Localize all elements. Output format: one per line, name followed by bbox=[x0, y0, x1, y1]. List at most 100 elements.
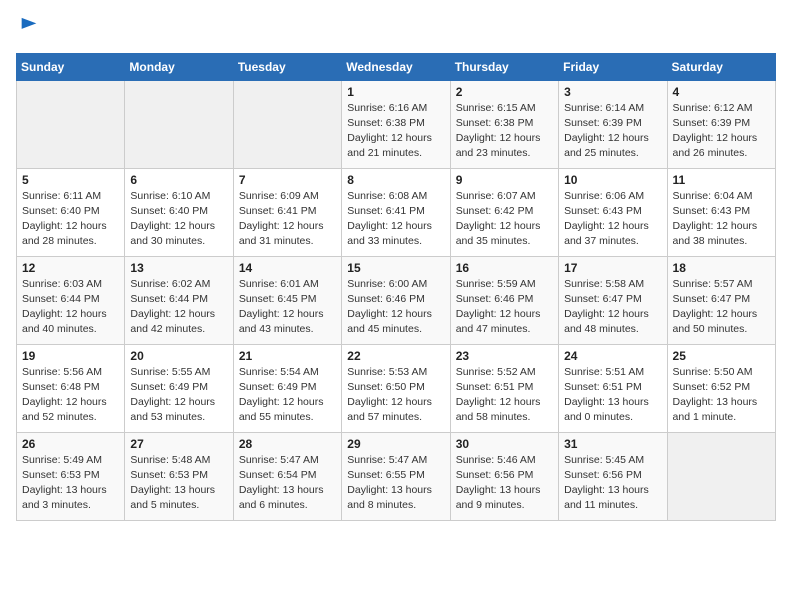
day-number: 1 bbox=[347, 85, 444, 99]
logo-flag-icon bbox=[18, 16, 40, 38]
day-info: Sunrise: 5:55 AM Sunset: 6:49 PM Dayligh… bbox=[130, 365, 227, 426]
calendar-cell bbox=[17, 80, 125, 168]
weekday-header: Wednesday bbox=[342, 53, 450, 80]
day-number: 12 bbox=[22, 261, 119, 275]
calendar-week-row: 1Sunrise: 6:16 AM Sunset: 6:38 PM Daylig… bbox=[17, 80, 776, 168]
day-info: Sunrise: 6:10 AM Sunset: 6:40 PM Dayligh… bbox=[130, 189, 227, 250]
calendar-week-row: 5 Sunrise: 6:11 AM Sunset: 6:40 PM Daylig… bbox=[17, 168, 776, 256]
day-number: 11 bbox=[673, 173, 770, 187]
day-number: 24 bbox=[564, 349, 661, 363]
calendar-cell bbox=[233, 80, 341, 168]
day-info: Sunrise: 6:08 AM Sunset: 6:41 PM Dayligh… bbox=[347, 189, 444, 250]
calendar-cell: 12 Sunrise: 6:03 AM Sunset: 6:44 PM Dayli… bbox=[17, 256, 125, 344]
day-number: 5 bbox=[22, 173, 119, 187]
calendar-cell: 30 Sunrise: 5:46 AM Sunset: 6:56 PM Dayli… bbox=[450, 432, 558, 520]
day-info: Sunrise: 5:53 AM Sunset: 6:50 PM Dayligh… bbox=[347, 365, 444, 426]
day-number: 27 bbox=[130, 437, 227, 451]
calendar-cell: 21 Sunrise: 5:54 AM Sunset: 6:49 PM Dayli… bbox=[233, 344, 341, 432]
calendar-cell: 22 Sunrise: 5:53 AM Sunset: 6:50 PM Dayli… bbox=[342, 344, 450, 432]
day-number: 14 bbox=[239, 261, 336, 275]
day-info: Sunrise: 5:54 AM Sunset: 6:49 PM Dayligh… bbox=[239, 365, 336, 426]
calendar-cell: 8 Sunrise: 6:08 AM Sunset: 6:41 PM Daylig… bbox=[342, 168, 450, 256]
day-info: Sunrise: 6:15 AM Sunset: 6:38 PM Dayligh… bbox=[456, 101, 553, 162]
day-number: 10 bbox=[564, 173, 661, 187]
day-number: 19 bbox=[22, 349, 119, 363]
day-number: 26 bbox=[22, 437, 119, 451]
day-info: Sunrise: 6:04 AM Sunset: 6:43 PM Dayligh… bbox=[673, 189, 770, 250]
day-info: Sunrise: 6:06 AM Sunset: 6:43 PM Dayligh… bbox=[564, 189, 661, 250]
day-info: Sunrise: 5:59 AM Sunset: 6:46 PM Dayligh… bbox=[456, 277, 553, 338]
day-info: Sunrise: 6:11 AM Sunset: 6:40 PM Dayligh… bbox=[22, 189, 119, 250]
calendar-cell: 13 Sunrise: 6:02 AM Sunset: 6:44 PM Dayli… bbox=[125, 256, 233, 344]
weekday-header: Monday bbox=[125, 53, 233, 80]
calendar-cell: 19 Sunrise: 5:56 AM Sunset: 6:48 PM Dayli… bbox=[17, 344, 125, 432]
day-info: Sunrise: 6:14 AM Sunset: 6:39 PM Dayligh… bbox=[564, 101, 661, 162]
calendar-cell: 18Sunrise: 5:57 AM Sunset: 6:47 PM Dayli… bbox=[667, 256, 775, 344]
calendar-cell: 11 Sunrise: 6:04 AM Sunset: 6:43 PM Dayli… bbox=[667, 168, 775, 256]
calendar-cell: 17 Sunrise: 5:58 AM Sunset: 6:47 PM Dayli… bbox=[559, 256, 667, 344]
day-number: 8 bbox=[347, 173, 444, 187]
calendar-cell: 5 Sunrise: 6:11 AM Sunset: 6:40 PM Daylig… bbox=[17, 168, 125, 256]
calendar-week-row: 19 Sunrise: 5:56 AM Sunset: 6:48 PM Dayli… bbox=[17, 344, 776, 432]
calendar-cell: 23 Sunrise: 5:52 AM Sunset: 6:51 PM Dayli… bbox=[450, 344, 558, 432]
day-number: 30 bbox=[456, 437, 553, 451]
calendar-cell: 28 Sunrise: 5:47 AM Sunset: 6:54 PM Dayli… bbox=[233, 432, 341, 520]
day-info: Sunrise: 5:50 AM Sunset: 6:52 PM Dayligh… bbox=[673, 365, 770, 426]
day-info: Sunrise: 5:47 AM Sunset: 6:54 PM Dayligh… bbox=[239, 453, 336, 514]
day-info: Sunrise: 5:51 AM Sunset: 6:51 PM Dayligh… bbox=[564, 365, 661, 426]
day-number: 7 bbox=[239, 173, 336, 187]
calendar-cell bbox=[667, 432, 775, 520]
calendar-cell: 27 Sunrise: 5:48 AM Sunset: 6:53 PM Dayli… bbox=[125, 432, 233, 520]
day-info: Sunrise: 5:58 AM Sunset: 6:47 PM Dayligh… bbox=[564, 277, 661, 338]
calendar-cell bbox=[125, 80, 233, 168]
day-number: 23 bbox=[456, 349, 553, 363]
weekday-header: Sunday bbox=[17, 53, 125, 80]
day-number: 9 bbox=[456, 173, 553, 187]
day-info: Sunrise: 5:48 AM Sunset: 6:53 PM Dayligh… bbox=[130, 453, 227, 514]
day-info: Sunrise: 6:02 AM Sunset: 6:44 PM Dayligh… bbox=[130, 277, 227, 338]
calendar-cell: 16 Sunrise: 5:59 AM Sunset: 6:46 PM Dayli… bbox=[450, 256, 558, 344]
calendar-cell: 3 Sunrise: 6:14 AM Sunset: 6:39 PM Daylig… bbox=[559, 80, 667, 168]
day-number: 16 bbox=[456, 261, 553, 275]
logo bbox=[16, 16, 40, 43]
calendar-week-row: 12 Sunrise: 6:03 AM Sunset: 6:44 PM Dayli… bbox=[17, 256, 776, 344]
day-number: 31 bbox=[564, 437, 661, 451]
calendar-cell: 6 Sunrise: 6:10 AM Sunset: 6:40 PM Daylig… bbox=[125, 168, 233, 256]
day-number: 28 bbox=[239, 437, 336, 451]
page-header bbox=[16, 16, 776, 43]
day-info: Sunrise: 6:09 AM Sunset: 6:41 PM Dayligh… bbox=[239, 189, 336, 250]
calendar-cell: 15Sunrise: 6:00 AM Sunset: 6:46 PM Dayli… bbox=[342, 256, 450, 344]
day-number: 6 bbox=[130, 173, 227, 187]
day-number: 22 bbox=[347, 349, 444, 363]
day-info: Sunrise: 5:52 AM Sunset: 6:51 PM Dayligh… bbox=[456, 365, 553, 426]
day-info: Sunrise: 5:45 AM Sunset: 6:56 PM Dayligh… bbox=[564, 453, 661, 514]
day-info: Sunrise: 5:56 AM Sunset: 6:48 PM Dayligh… bbox=[22, 365, 119, 426]
day-info: Sunrise: 6:12 AM Sunset: 6:39 PM Dayligh… bbox=[673, 101, 770, 162]
weekday-header: Tuesday bbox=[233, 53, 341, 80]
calendar-cell: 10 Sunrise: 6:06 AM Sunset: 6:43 PM Dayli… bbox=[559, 168, 667, 256]
calendar-cell: 26 Sunrise: 5:49 AM Sunset: 6:53 PM Dayli… bbox=[17, 432, 125, 520]
day-info: Sunrise: 6:03 AM Sunset: 6:44 PM Dayligh… bbox=[22, 277, 119, 338]
day-number: 21 bbox=[239, 349, 336, 363]
day-number: 20 bbox=[130, 349, 227, 363]
day-number: 13 bbox=[130, 261, 227, 275]
day-info: Sunrise: 6:01 AM Sunset: 6:45 PM Dayligh… bbox=[239, 277, 336, 338]
day-number: 29 bbox=[347, 437, 444, 451]
calendar-cell: 14 Sunrise: 6:01 AM Sunset: 6:45 PM Dayli… bbox=[233, 256, 341, 344]
day-info: Sunrise: 5:46 AM Sunset: 6:56 PM Dayligh… bbox=[456, 453, 553, 514]
calendar-cell: 29 Sunrise: 5:47 AM Sunset: 6:55 PM Dayli… bbox=[342, 432, 450, 520]
calendar-cell: 24 Sunrise: 5:51 AM Sunset: 6:51 PM Dayli… bbox=[559, 344, 667, 432]
day-number: 2 bbox=[456, 85, 553, 99]
day-number: 3 bbox=[564, 85, 661, 99]
calendar-cell: 2 Sunrise: 6:15 AM Sunset: 6:38 PM Daylig… bbox=[450, 80, 558, 168]
day-info: Sunrise: 5:47 AM Sunset: 6:55 PM Dayligh… bbox=[347, 453, 444, 514]
calendar-cell: 7 Sunrise: 6:09 AM Sunset: 6:41 PM Daylig… bbox=[233, 168, 341, 256]
day-number: 18 bbox=[673, 261, 770, 275]
calendar-table: SundayMondayTuesdayWednesdayThursdayFrid… bbox=[16, 53, 776, 521]
day-info: Sunrise: 5:49 AM Sunset: 6:53 PM Dayligh… bbox=[22, 453, 119, 514]
day-number: 25 bbox=[673, 349, 770, 363]
day-number: 17 bbox=[564, 261, 661, 275]
calendar-cell: 1Sunrise: 6:16 AM Sunset: 6:38 PM Daylig… bbox=[342, 80, 450, 168]
day-info: Sunrise: 6:07 AM Sunset: 6:42 PM Dayligh… bbox=[456, 189, 553, 250]
calendar-cell: 31 Sunrise: 5:45 AM Sunset: 6:56 PM Dayli… bbox=[559, 432, 667, 520]
